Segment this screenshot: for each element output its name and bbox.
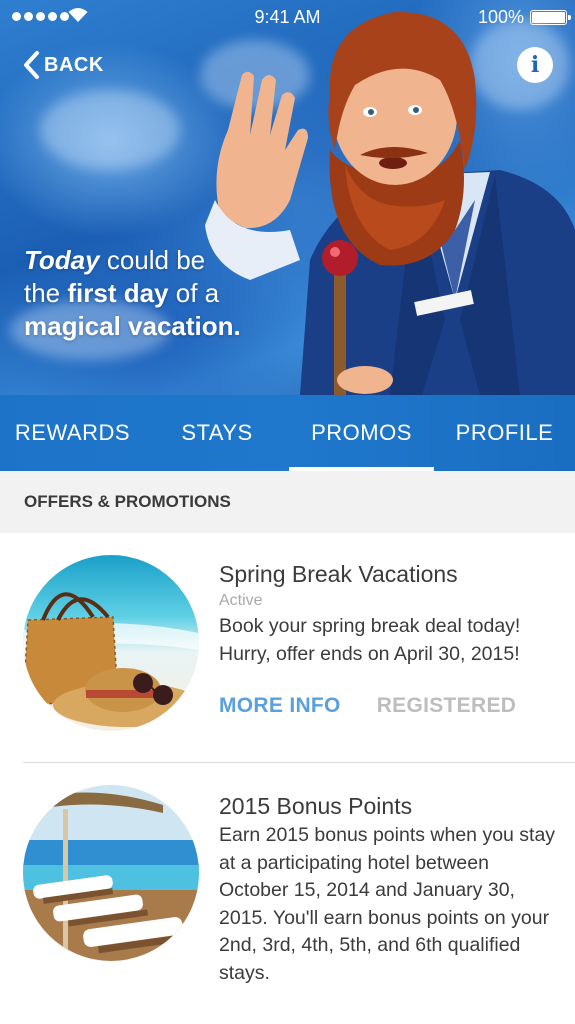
registered-button[interactable]: REGISTERED [377, 694, 517, 718]
tagline-today: Today [24, 245, 100, 275]
promo-title: 2015 Bonus Points [219, 793, 413, 819]
back-button-label: BACK [44, 53, 104, 76]
tagline-first-day: first day [67, 278, 169, 308]
section-title: OFFERS & PROMOTIONS [0, 471, 575, 533]
tagline-text: the [24, 278, 68, 308]
battery-percentage: 100% [477, 7, 524, 27]
promo-description: Earn 2015 bonus points when you stay at … [219, 824, 556, 984]
status-bar: 9:41 AM 100% [0, 0, 575, 34]
pool-loungers-image [23, 785, 199, 961]
tagline-text: of a [168, 278, 220, 308]
promo-item: 2015 Bonus Points Earn 2015 bonus points… [0, 763, 575, 1024]
back-button[interactable]: BACK [22, 50, 104, 80]
more-info-button[interactable]: MORE INFO [219, 694, 341, 718]
tab-bar: REWARDS STAYS PROMOS PROFILE [0, 395, 575, 471]
tab-promos[interactable]: PROMOS [289, 395, 434, 471]
tagline-text: could be [99, 245, 206, 275]
promo-content: Spring Break Vacations Active Book your … [219, 561, 559, 718]
promo-actions: MORE INFO REGISTERED [219, 694, 559, 718]
tagline-magical-vacation: magical vacation. [24, 311, 241, 341]
tab-profile[interactable]: PROFILE [434, 395, 575, 471]
promo-description: Book your spring break deal today! Hurry… [219, 615, 521, 665]
battery-icon [530, 10, 571, 25]
tab-rewards[interactable]: REWARDS [0, 395, 145, 471]
beach-bag-image [23, 555, 199, 731]
promo-status: Active [219, 592, 263, 609]
cloud-decoration [40, 90, 180, 170]
promo-title: Spring Break Vacations [219, 561, 458, 587]
hero-banner: 9:41 AM 100% BACK i Today could be the f… [0, 0, 575, 395]
promo-content: 2015 Bonus Points Earn 2015 bonus points… [219, 793, 559, 987]
promo-item: Spring Break Vacations Active Book your … [0, 533, 575, 763]
tab-stays[interactable]: STAYS [145, 395, 289, 471]
info-button[interactable]: i [517, 47, 553, 83]
chevron-left-icon [24, 51, 39, 79]
hero-tagline: Today could be the first day of a magica… [24, 244, 241, 343]
